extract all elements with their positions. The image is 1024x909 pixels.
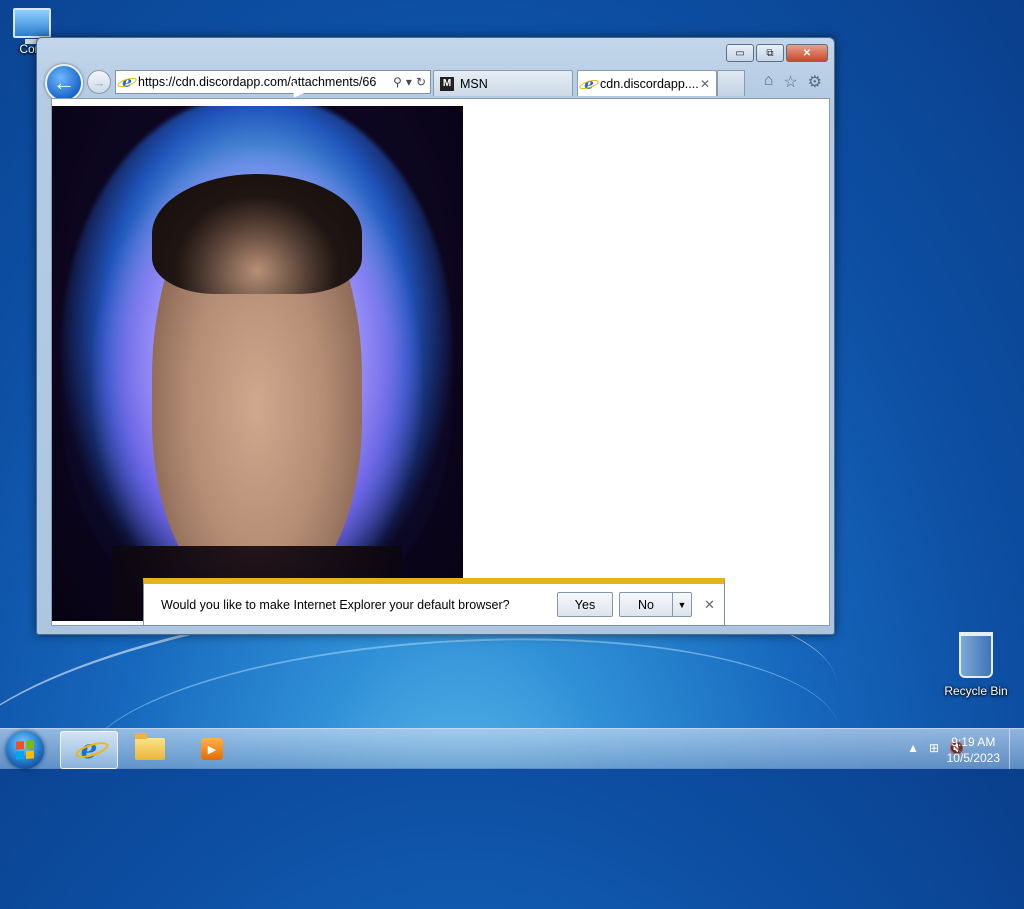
network-icon[interactable]: ⊞ (929, 741, 939, 755)
recycle-bin-icon (959, 632, 993, 678)
address-url[interactable]: https://cdn.discordapp.com/attachments/6… (138, 75, 393, 89)
desktop-icon-label: Recycle Bin (944, 684, 1008, 698)
msn-logo-icon: M (440, 76, 454, 91)
tab-label: MSN (460, 76, 488, 91)
yes-button[interactable]: Yes (557, 592, 613, 617)
no-options-dropdown[interactable]: ▼ (672, 592, 692, 617)
close-button[interactable]: ✕ (786, 44, 828, 62)
taskbar-file-explorer[interactable] (122, 731, 178, 767)
notification-close-icon[interactable]: ✕ (704, 597, 715, 613)
no-button[interactable]: No (619, 592, 672, 617)
tab-msn[interactable]: M MSN (433, 70, 573, 96)
taskbar-media-player[interactable]: ▶ (184, 731, 240, 767)
back-button[interactable]: ← (45, 64, 83, 102)
address-bar[interactable]: e https://cdn.discordapp.com/attachments… (115, 70, 431, 94)
ie-page-icon: e (119, 74, 135, 90)
new-tab-button[interactable] (717, 70, 745, 96)
minimize-button[interactable]: ▭ (726, 44, 754, 62)
desktop-icon-recycle-bin[interactable]: Recycle Bin (936, 628, 1016, 698)
caption-buttons: ▭ ⧉ ✕ (726, 44, 828, 62)
restore-button[interactable]: ⧉ (756, 44, 784, 62)
internet-explorer-icon: e (80, 735, 98, 765)
tab-close-icon[interactable]: ✕ (700, 77, 710, 91)
windows-logo-icon (16, 740, 34, 760)
show-desktop-button[interactable] (1009, 729, 1024, 769)
tray-expand-icon[interactable]: ▲ (907, 741, 919, 755)
taskbar-internet-explorer[interactable]: e (60, 731, 118, 769)
taskbar-clock[interactable]: 9:19 AM 10/5/2023 (947, 734, 1000, 766)
tab-label: cdn.discordapp.... (600, 76, 699, 91)
clock-time: 9:19 AM (951, 735, 996, 749)
favorites-icon[interactable]: ☆ (783, 72, 797, 92)
forward-arrow-icon: → (92, 74, 106, 90)
back-arrow-icon: ← (53, 70, 75, 95)
hair (152, 174, 362, 294)
address-tools: ⚲ ▾ ↻ (393, 75, 430, 89)
chevron-down-icon[interactable]: ▾ (406, 75, 412, 89)
forward-button[interactable]: → (87, 70, 111, 94)
displayed-image (52, 106, 463, 621)
notification-message: Would you like to make Internet Explorer… (161, 597, 510, 612)
clock-date: 10/5/2023 (946, 751, 1000, 765)
taskbar: e ▶ ▲ ⊞ 🔇 9:19 AM 10/5/2023 (0, 728, 1024, 769)
page-content (51, 98, 830, 626)
ie-window: ▭ ⧉ ✕ ← → e https://cdn.discordapp.com/a… (36, 37, 835, 635)
start-button[interactable] (6, 731, 44, 769)
folder-icon (135, 733, 165, 760)
tab-discord-cdn[interactable]: e cdn.discordapp.... ✕ (577, 70, 717, 96)
default-browser-notification: Would you like to make Internet Explorer… (143, 578, 725, 626)
search-icon[interactable]: ⚲ (393, 75, 402, 89)
refresh-icon[interactable]: ↻ (416, 75, 426, 89)
media-player-icon: ▶ (201, 738, 223, 760)
gear-icon[interactable]: ⚙ (808, 72, 822, 92)
ie-page-icon: e (581, 76, 597, 92)
computer-icon (13, 8, 51, 44)
toolbar-icons: ⌂ ☆ ⚙ (764, 72, 822, 92)
home-icon[interactable]: ⌂ (764, 72, 774, 92)
